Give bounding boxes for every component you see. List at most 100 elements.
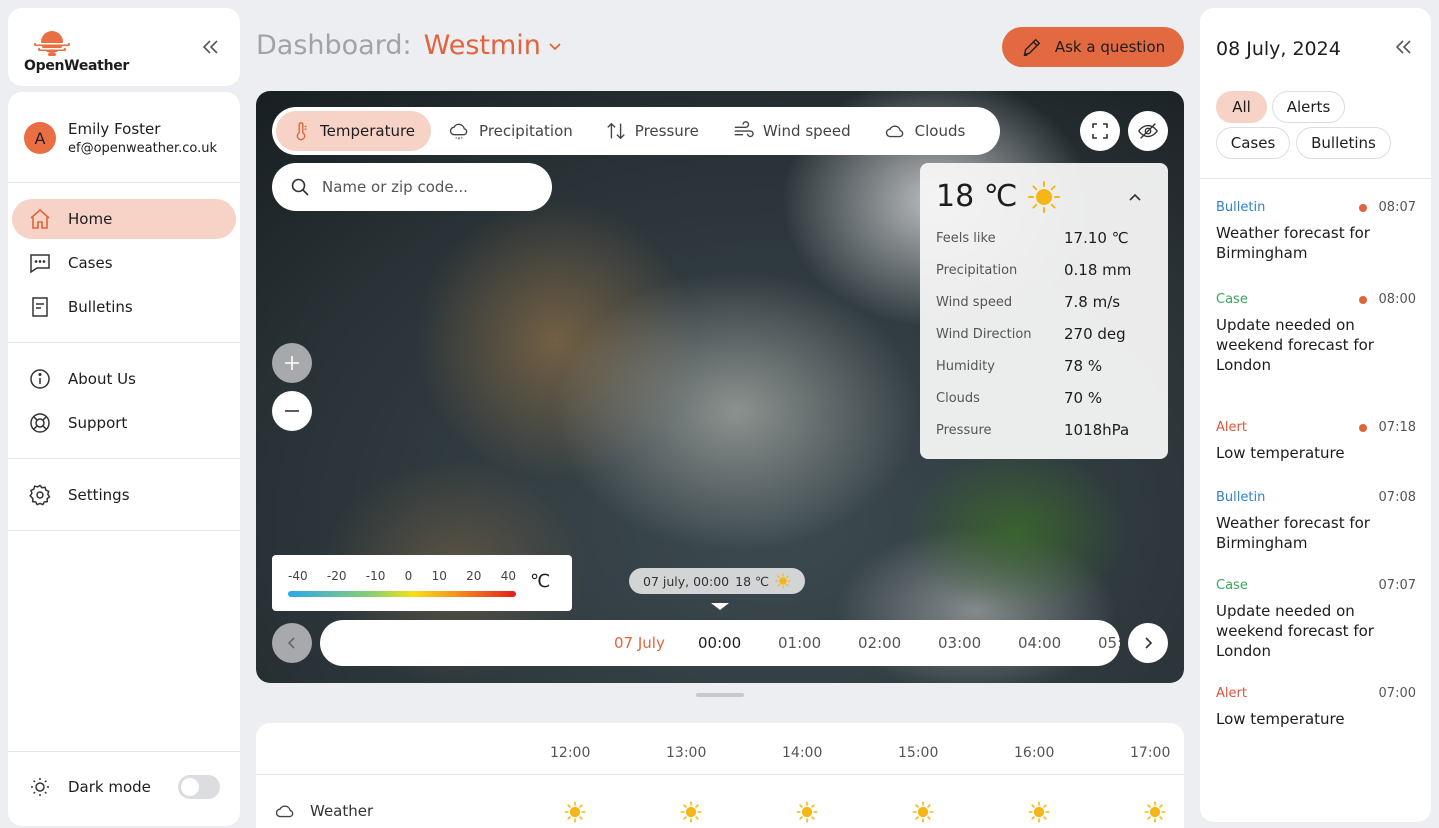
double-chevron-left-icon bbox=[202, 40, 218, 54]
filter-alerts[interactable]: Alerts bbox=[1272, 91, 1345, 123]
tab-label: Wind speed bbox=[762, 122, 851, 140]
current-temperature: 18 ℃ bbox=[936, 179, 1152, 214]
zoom-out-button[interactable] bbox=[272, 391, 312, 431]
timeline-hour[interactable]: 00:00 bbox=[698, 634, 741, 652]
feed-title: Update needed on weekend forecast for Lo… bbox=[1216, 316, 1374, 374]
zoom-in-button[interactable] bbox=[272, 343, 312, 383]
sidebar-item-support[interactable]: Support bbox=[12, 403, 236, 443]
info-label: Clouds bbox=[936, 390, 980, 406]
info-value: 0.18 mm bbox=[1064, 261, 1132, 279]
divider bbox=[8, 182, 240, 183]
filter-all[interactable]: All bbox=[1216, 91, 1267, 123]
sun-icon bbox=[564, 801, 586, 823]
feed-item[interactable]: Alert 07:00 Low temperature bbox=[1216, 686, 1416, 729]
legend-gradient-bar bbox=[288, 591, 516, 597]
chevron-left-icon bbox=[287, 637, 295, 649]
ask-question-label: Ask a question bbox=[1054, 38, 1166, 56]
legend-tick: 20 bbox=[466, 569, 482, 583]
divider bbox=[8, 751, 240, 752]
collapse-panel-chevron-icon[interactable] bbox=[1126, 189, 1144, 207]
tab-temperature[interactable]: Temperature bbox=[276, 111, 432, 151]
timeline-next-button[interactable] bbox=[1128, 623, 1168, 663]
openweather-logo-icon bbox=[34, 31, 70, 56]
wind-icon bbox=[734, 121, 754, 138]
collapse-panel-button[interactable] bbox=[1391, 35, 1415, 59]
tab-clouds[interactable]: Clouds bbox=[869, 111, 982, 151]
forecast-row-weather: Weather bbox=[272, 800, 373, 822]
feed-item[interactable]: Alert 07:18 Low temperature bbox=[1216, 420, 1416, 463]
sidebar-item-bulletins[interactable]: Bulletins bbox=[12, 287, 236, 327]
filter-cases[interactable]: Cases bbox=[1216, 127, 1290, 159]
timeline-prev-button[interactable] bbox=[272, 623, 312, 663]
sidebar-item-label: Settings bbox=[68, 486, 130, 504]
info-row-humidity: Humidity 78 % bbox=[936, 350, 1152, 382]
home-icon bbox=[30, 208, 50, 229]
search-icon bbox=[291, 178, 309, 196]
divider bbox=[256, 774, 1184, 775]
hide-overlay-button[interactable] bbox=[1128, 111, 1168, 151]
location-dropdown[interactable]: Westmin bbox=[424, 30, 563, 61]
sun-icon bbox=[796, 801, 818, 823]
current-temperature-value: 18 ℃ bbox=[936, 179, 1018, 214]
location-search bbox=[272, 163, 552, 211]
tab-pressure[interactable]: Pressure bbox=[591, 111, 715, 151]
hourly-forecast: 12:00 13:00 14:00 15:00 16:00 17:00 Weat… bbox=[256, 723, 1184, 828]
resize-handle[interactable] bbox=[696, 693, 744, 697]
dark-mode-label: Dark mode bbox=[68, 778, 151, 796]
chevron-down-icon bbox=[549, 42, 561, 50]
weather-map[interactable]: Temperature Precipitation Pressure Wind … bbox=[256, 91, 1184, 683]
info-value: 17.10 ℃ bbox=[1064, 229, 1129, 247]
filter-bulletins[interactable]: Bulletins bbox=[1296, 127, 1391, 159]
sidebar-item-label: Support bbox=[68, 414, 128, 432]
collapse-sidebar-button[interactable] bbox=[198, 35, 222, 59]
forecast-hour: 17:00 bbox=[1130, 745, 1171, 761]
feed-title: Update needed on weekend forecast for Lo… bbox=[1216, 602, 1374, 660]
feed-item[interactable]: Case 08:00 Update needed on weekend fore… bbox=[1216, 292, 1416, 375]
info-row-clouds: Clouds 70 % bbox=[936, 382, 1152, 414]
info-row-pressure: Pressure 1018hPa bbox=[936, 414, 1152, 446]
ask-question-button[interactable]: Ask a question bbox=[1002, 27, 1184, 67]
timeline-hour[interactable]: 02:00 bbox=[858, 634, 901, 652]
info-label: Wind Direction bbox=[936, 326, 1032, 342]
sidebar-item-label: Cases bbox=[68, 254, 113, 272]
panel-date: 08 July, 2024 bbox=[1216, 38, 1341, 60]
timeline-hour[interactable]: 01:00 bbox=[778, 634, 821, 652]
info-value: 7.8 m/s bbox=[1064, 293, 1121, 311]
tab-wind-speed[interactable]: Wind speed bbox=[717, 111, 867, 151]
sidebar-item-home[interactable]: Home bbox=[12, 199, 236, 239]
chat-icon bbox=[30, 254, 50, 274]
logo-card: OpenWeather bbox=[8, 8, 240, 86]
timeline-hour[interactable]: 04:00 bbox=[1018, 634, 1061, 652]
sun-icon bbox=[1028, 180, 1061, 213]
feed-title: Low temperature bbox=[1216, 710, 1345, 728]
user-profile[interactable]: A Emily Foster ef@openweather.co.uk bbox=[24, 120, 217, 156]
fullscreen-button[interactable] bbox=[1080, 111, 1120, 151]
legend-tick: -10 bbox=[365, 569, 386, 583]
forecast-hour: 14:00 bbox=[782, 745, 823, 761]
tab-label: Temperature bbox=[320, 122, 416, 140]
sidebar-item-about[interactable]: About Us bbox=[12, 359, 236, 399]
feed-time: 07:07 bbox=[1378, 578, 1416, 593]
dark-mode-toggle[interactable] bbox=[178, 775, 220, 799]
timeline-hour[interactable]: 05:00 bbox=[1098, 634, 1120, 652]
gear-icon bbox=[29, 484, 51, 506]
feed-item[interactable]: Case 07:07 Update needed on weekend fore… bbox=[1216, 578, 1416, 661]
legend-tick: 40 bbox=[500, 569, 516, 583]
timeline[interactable]: 07 July 00:00 01:00 02:00 03:00 04:00 05… bbox=[320, 620, 1120, 666]
sidebar-item-label: About Us bbox=[68, 370, 136, 388]
feed-title: Weather forecast for Birmingham bbox=[1216, 224, 1370, 262]
info-label: Pressure bbox=[936, 422, 992, 438]
sidebar-item-settings[interactable]: Settings bbox=[12, 475, 236, 515]
cloud-icon bbox=[885, 125, 903, 138]
search-input[interactable] bbox=[322, 178, 522, 196]
info-label: Precipitation bbox=[936, 262, 1018, 278]
sun-icon bbox=[1144, 801, 1166, 823]
sidebar-item-cases[interactable]: Cases bbox=[12, 243, 236, 283]
timeline-hour[interactable]: 03:00 bbox=[938, 634, 981, 652]
feed-item[interactable]: Bulletin 07:08 Weather forecast for Birm… bbox=[1216, 490, 1416, 553]
legend-unit: ℃ bbox=[530, 571, 551, 592]
tab-precipitation[interactable]: Precipitation bbox=[433, 111, 589, 151]
forecast-row-label: Weather bbox=[310, 802, 374, 820]
feed-item[interactable]: Bulletin 08:07 Weather forecast for Birm… bbox=[1216, 200, 1416, 263]
info-value: 1018hPa bbox=[1064, 421, 1130, 439]
